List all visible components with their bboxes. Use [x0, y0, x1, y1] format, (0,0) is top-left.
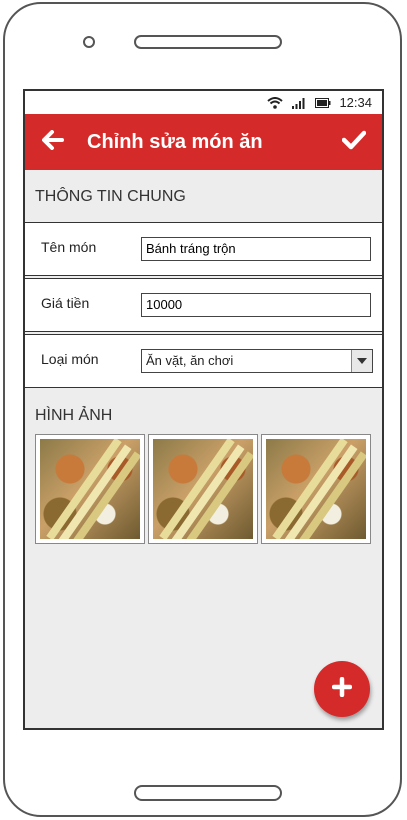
signal-icon [291, 97, 307, 109]
app-screen: 12:34 Chỉnh sửa món ăn THÔNG TIN CHUNG T… [23, 89, 384, 730]
dish-photo [40, 439, 140, 539]
name-label: Tên món [41, 239, 97, 255]
back-button[interactable] [25, 114, 81, 170]
plus-icon [331, 676, 353, 702]
dish-image-thumbnail[interactable] [35, 434, 145, 544]
status-bar: 12:34 [25, 91, 382, 114]
check-icon [341, 130, 367, 155]
general-section-header: THÔNG TIN CHUNG [35, 188, 186, 205]
category-select[interactable]: Ăn vặt, ăn chơi [141, 349, 373, 373]
back-arrow-icon [42, 129, 64, 155]
category-selected-value: Ăn vặt, ăn chơi [146, 353, 234, 368]
page-title: Chỉnh sửa món ăn [87, 130, 263, 153]
dish-image-thumbnail[interactable] [261, 434, 371, 544]
wifi-icon [267, 96, 284, 109]
price-input[interactable]: 10000 [141, 293, 371, 317]
dish-image-thumbnail[interactable] [148, 434, 258, 544]
home-button[interactable] [134, 785, 282, 801]
name-input[interactable]: Bánh tráng trộn [141, 237, 371, 261]
dish-photo [266, 439, 366, 539]
save-button[interactable] [326, 114, 382, 170]
category-label: Loại món [41, 351, 99, 367]
images-section-header: HÌNH ẢNH [35, 407, 113, 424]
dish-photo [153, 439, 253, 539]
add-image-button[interactable] [314, 661, 370, 717]
front-camera [83, 36, 95, 48]
price-row: Giá tiền 10000 [25, 278, 382, 332]
price-label: Giá tiền [41, 295, 90, 311]
earpiece-speaker [134, 35, 282, 49]
clock: 12:34 [339, 95, 372, 110]
category-row: Loại món Ăn vặt, ăn chơi [25, 334, 382, 388]
image-gallery [35, 434, 371, 544]
name-row: Tên món Bánh tráng trộn [25, 222, 382, 276]
battery-icon [315, 97, 331, 108]
dropdown-arrow-icon[interactable] [351, 350, 372, 372]
app-bar: Chỉnh sửa món ăn [25, 114, 382, 170]
